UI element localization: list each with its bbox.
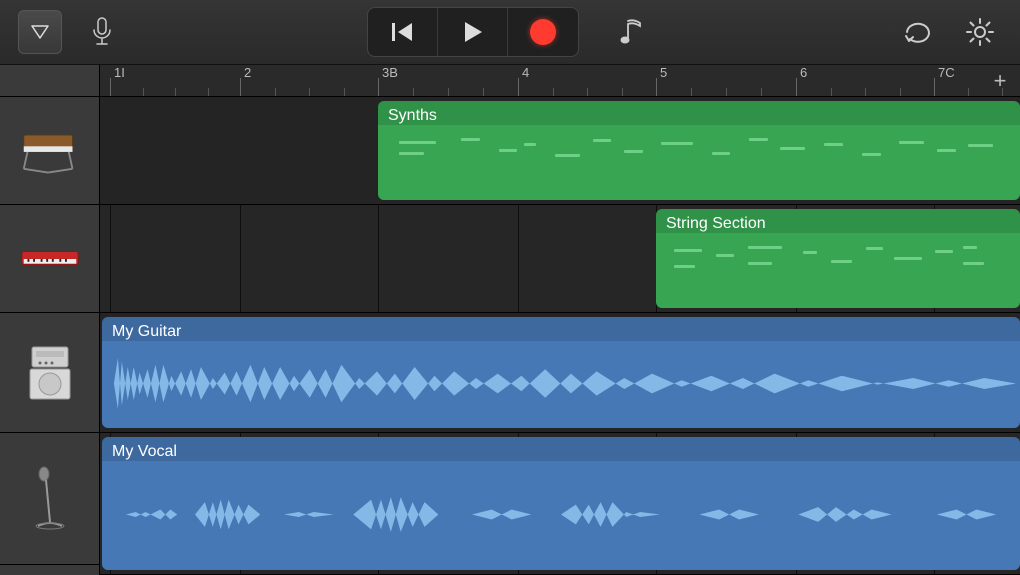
ruler-label: 5	[660, 65, 667, 80]
daw-app: 1I 2 3B 4 5 6 7C +	[0, 0, 1020, 575]
play-icon	[462, 20, 484, 44]
ruler-tick	[587, 88, 588, 96]
track-head-vocal[interactable]	[0, 433, 99, 565]
tracks-area[interactable]: Synths	[100, 97, 1020, 575]
top-toolbar	[0, 0, 1020, 65]
synth-keyboard-icon	[20, 126, 80, 176]
transport-controls	[367, 7, 579, 57]
ruler-tick	[175, 88, 176, 96]
region-synths[interactable]: Synths	[378, 101, 1020, 200]
note-button[interactable]	[609, 10, 653, 54]
settings-button[interactable]	[958, 10, 1002, 54]
ruler-tick	[622, 88, 623, 96]
ruler-tick	[448, 88, 449, 96]
track-row-strings[interactable]: String Section	[100, 205, 1020, 313]
region-label: Synths	[388, 107, 1010, 125]
main-area: 1I 2 3B 4 5 6 7C +	[0, 65, 1020, 575]
ruler-tick	[900, 88, 901, 96]
ruler-tick	[691, 88, 692, 96]
record-icon	[530, 19, 556, 45]
track-row-guitar[interactable]: My Guitar	[100, 313, 1020, 433]
ruler-label: 7C	[938, 65, 955, 80]
midi-notes	[386, 135, 1012, 190]
ruler-tick	[413, 88, 414, 96]
ruler-label: 1I	[114, 65, 125, 80]
ruler-tick	[143, 88, 144, 96]
loop-button[interactable]	[896, 10, 940, 54]
ruler-label: 6	[800, 65, 807, 80]
ruler-label: 4	[522, 65, 529, 80]
rewind-button[interactable]	[368, 8, 438, 56]
ruler-tick	[208, 88, 209, 96]
ruler-tick	[483, 88, 484, 96]
ruler-tick	[275, 88, 276, 96]
mic-stand-icon	[20, 474, 80, 524]
ruler-tick	[831, 88, 832, 96]
ruler-tick	[865, 88, 866, 96]
rewind-start-icon	[390, 21, 416, 43]
ruler-tick	[968, 88, 969, 96]
timeline[interactable]: 1I 2 3B 4 5 6 7C +	[100, 65, 1020, 575]
waveform	[106, 465, 1016, 564]
microphone-icon	[91, 17, 113, 47]
play-button[interactable]	[438, 8, 508, 56]
ruler-tick	[344, 88, 345, 96]
midi-notes	[664, 243, 1012, 298]
ruler-label: 2	[244, 65, 251, 80]
ruler-corner	[0, 65, 99, 97]
track-headers	[0, 65, 100, 575]
track-head-synths[interactable]	[0, 97, 99, 205]
loop-icon	[903, 19, 933, 45]
region-guitar[interactable]: My Guitar	[102, 317, 1020, 428]
menu-button[interactable]	[18, 10, 62, 54]
music-note-icon	[618, 17, 644, 47]
input-mic-button[interactable]	[80, 10, 124, 54]
ruler-tick	[761, 88, 762, 96]
gear-icon	[965, 17, 995, 47]
ruler-tick	[309, 88, 310, 96]
ruler-tick	[553, 88, 554, 96]
amp-icon	[20, 348, 80, 398]
track-head-guitar[interactable]	[0, 313, 99, 433]
triangle-down-icon	[31, 25, 49, 39]
region-strings[interactable]: String Section	[656, 209, 1020, 308]
time-ruler[interactable]: 1I 2 3B 4 5 6 7C +	[100, 65, 1020, 97]
track-row-vocal[interactable]: My Vocal	[100, 433, 1020, 575]
record-button[interactable]	[508, 8, 578, 56]
ruler-label: 3B	[382, 65, 398, 80]
track-row-synths[interactable]: Synths	[100, 97, 1020, 205]
region-label: My Guitar	[112, 323, 1010, 341]
add-track-button[interactable]: +	[988, 69, 1012, 93]
ruler-tick	[1002, 88, 1003, 96]
ruler-tick	[726, 88, 727, 96]
region-label: My Vocal	[112, 443, 1010, 461]
region-vocal[interactable]: My Vocal	[102, 437, 1020, 570]
keyboard-red-icon	[20, 234, 80, 284]
track-head-strings[interactable]	[0, 205, 99, 313]
waveform	[106, 345, 1016, 422]
region-label: String Section	[666, 215, 1010, 233]
